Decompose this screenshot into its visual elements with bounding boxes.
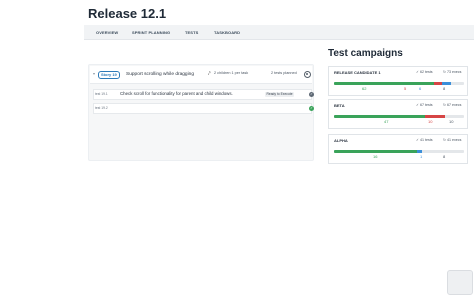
- progress-bar: [334, 115, 464, 118]
- campaign-name[interactable]: RELEASE CANDIDATE 1: [334, 71, 381, 75]
- campaign-card[interactable]: ALPHA ✓ 41 tests ↻ 41 execs 16 1 8: [328, 134, 468, 164]
- campaign-card[interactable]: RELEASE CANDIDATE 1 ✓ 62 tests ↻ 73 exec…: [328, 66, 468, 96]
- campaign-execs-value: 41 execs: [447, 138, 462, 142]
- count-untested: 10: [449, 119, 454, 124]
- count-passed: 62: [362, 86, 367, 91]
- tab-overview[interactable]: OVERVIEW: [96, 25, 118, 40]
- campaign-tests-value: 41 tests: [420, 138, 433, 142]
- count-passed: 47: [384, 119, 389, 124]
- progress-blocked: [441, 82, 452, 85]
- campaign-execs: ↻ 67 execs: [443, 103, 462, 107]
- help-widget[interactable]: [447, 270, 473, 295]
- progress-passed: [334, 150, 418, 153]
- campaign-card[interactable]: BETA ✓ 67 tests ↻ 67 execs 47 10 10: [328, 99, 468, 129]
- campaign-tests-value: 67 tests: [420, 103, 433, 107]
- tab-tests[interactable]: TESTS: [185, 25, 198, 40]
- check-icon[interactable]: ✓: [309, 92, 314, 97]
- campaign-execs: ↻ 41 execs: [443, 138, 462, 142]
- campaign-execs: ↻ 73 execs: [443, 70, 462, 74]
- test-id: test 19.1: [95, 92, 108, 96]
- progress-bar: [334, 150, 464, 153]
- chevron-down-icon[interactable]: ▾: [93, 72, 95, 76]
- story-meta: 2 children 1 per task: [214, 71, 249, 75]
- campaign-name[interactable]: ALPHA: [334, 139, 348, 143]
- test-id: test 19.2: [95, 106, 108, 110]
- progress-passed: [334, 115, 426, 118]
- progress-blocked: [417, 150, 423, 153]
- status-icon[interactable]: [304, 71, 311, 78]
- campaign-tests: ✓ 67 tests: [416, 103, 433, 107]
- tab-bar: OVERVIEW SPRINT PLANNING TESTS TASKBOARD: [84, 25, 474, 40]
- count-blocked: 1: [420, 154, 423, 159]
- count-failed: 5: [404, 86, 407, 91]
- story-title[interactable]: Support scrolling while dragging: [126, 71, 194, 79]
- tab-sprint-planning[interactable]: SPRINT PLANNING: [132, 25, 170, 40]
- campaign-execs-value: 67 execs: [447, 103, 462, 107]
- test-status-badge[interactable]: Ready to Execute: [265, 92, 295, 97]
- count-blocked: 6: [419, 86, 422, 91]
- tests-planned: 2 tests planned: [271, 71, 297, 75]
- test-title[interactable]: Check scroll for functionality for paren…: [120, 91, 233, 96]
- check-icon[interactable]: ✓: [309, 106, 314, 111]
- count-passed: 16: [373, 154, 378, 159]
- story-badge[interactable]: Story 19: [98, 71, 120, 79]
- page-title: Release 12.1: [88, 6, 167, 21]
- progress-failed: [433, 82, 442, 85]
- campaign-tests-value: 62 tests: [420, 70, 433, 74]
- test-row[interactable]: test 19.1 Check scroll for functionality…: [93, 89, 314, 100]
- progress-failed: [425, 115, 445, 118]
- campaign-tests: ✓ 41 tests: [416, 138, 433, 142]
- share-icon: ⤤: [208, 71, 211, 76]
- campaign-tests: ✓ 62 tests: [416, 70, 433, 74]
- section-title: Test campaigns: [328, 48, 403, 59]
- story-row[interactable]: ▾ Story 19 Support scrolling while dragg…: [90, 66, 312, 84]
- test-row[interactable]: test 19.2 ✓: [93, 103, 314, 114]
- campaign-execs-value: 73 execs: [447, 70, 462, 74]
- progress-bar: [334, 82, 464, 85]
- tab-taskboard[interactable]: TASKBOARD: [214, 25, 240, 40]
- count-untested: 8: [443, 86, 446, 91]
- count-untested: 8: [443, 154, 446, 159]
- count-failed: 10: [428, 119, 433, 124]
- campaign-name[interactable]: BETA: [334, 104, 345, 108]
- progress-passed: [334, 82, 434, 85]
- story-panel: ▾ Story 19 Support scrolling while dragg…: [88, 64, 314, 161]
